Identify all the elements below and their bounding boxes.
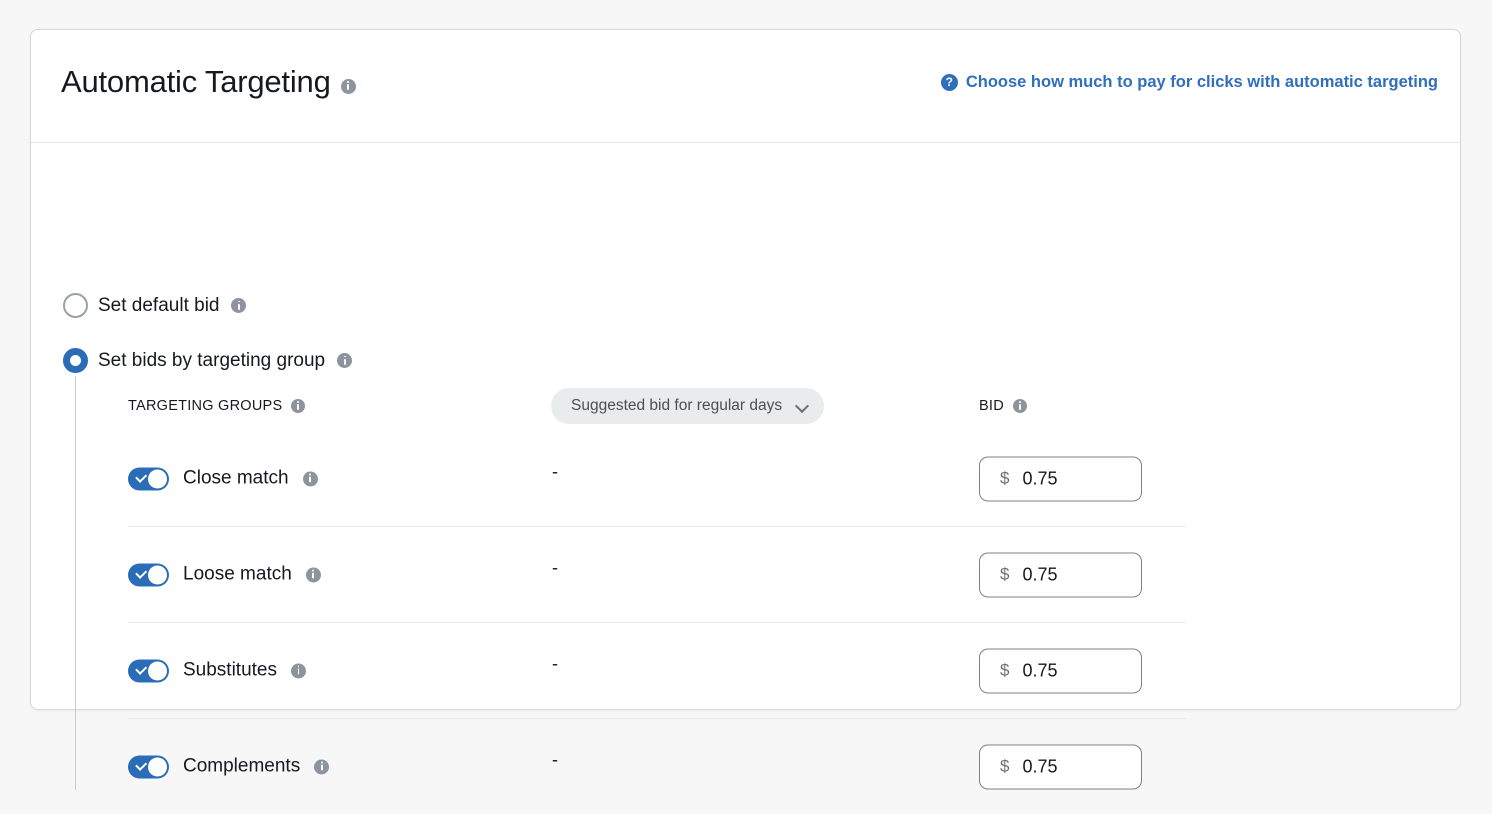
- info-icon[interactable]: [231, 298, 247, 313]
- suggested-bid-dropdown[interactable]: Suggested bid for regular days: [551, 388, 825, 424]
- radio-label-set-bids-by-targeting-group: Set bids by targeting group: [98, 349, 326, 371]
- column-header-bid-label: BID: [979, 398, 1004, 414]
- row-suggested-bid: -: [552, 557, 558, 577]
- indent-guide-line: [75, 376, 76, 790]
- currency-symbol: $: [1000, 756, 1010, 776]
- suggested-bid-dropdown-value: Suggested bid for regular days: [571, 397, 783, 414]
- currency-symbol: $: [1000, 564, 1010, 584]
- toggle-close-match[interactable]: [128, 467, 169, 490]
- radio-option-set-default-bid[interactable]: Set default bid: [63, 293, 247, 318]
- bid-input-substitutes[interactable]: $ 0.75: [979, 648, 1142, 693]
- automatic-targeting-card: Automatic Targeting ? Choose how much to…: [30, 29, 1461, 790]
- row-label: Loose match: [183, 563, 292, 585]
- info-icon[interactable]: [314, 759, 330, 774]
- bid-input-loose-match[interactable]: $ 0.75: [979, 552, 1142, 597]
- table-row: Complements - $ 0.75: [128, 719, 1186, 814]
- currency-symbol: $: [1000, 468, 1010, 488]
- info-icon[interactable]: [340, 78, 356, 94]
- radio-set-default-bid[interactable]: [63, 293, 88, 318]
- card-header: Automatic Targeting ? Choose how much to…: [31, 30, 1460, 143]
- info-icon[interactable]: [302, 471, 318, 486]
- info-icon[interactable]: [337, 353, 353, 368]
- row-suggested-bid: -: [552, 653, 558, 673]
- choose-how-much-to-pay-link[interactable]: ? Choose how much to pay for clicks with…: [940, 73, 1438, 92]
- column-header-bid: BID: [979, 398, 1027, 414]
- info-icon[interactable]: [1012, 399, 1027, 413]
- toggle-complements[interactable]: [128, 755, 169, 778]
- table-row: Loose match - $ 0.75: [128, 527, 1186, 623]
- bid-input-close-match[interactable]: $ 0.75: [979, 456, 1142, 501]
- chevron-down-icon: [796, 400, 808, 412]
- row-suggested-bid: -: [552, 461, 558, 481]
- toggle-substitutes[interactable]: [128, 659, 169, 682]
- bid-value: 0.75: [1022, 468, 1058, 488]
- row-label-group: Substitutes: [128, 659, 306, 682]
- info-icon[interactable]: [291, 663, 306, 678]
- info-icon[interactable]: [305, 567, 321, 582]
- table-header-row: TARGETING GROUPS Suggested bid for regul…: [128, 381, 1186, 431]
- header-link-label: Choose how much to pay for clicks with a…: [965, 73, 1438, 91]
- row-label-group: Loose match: [128, 563, 321, 586]
- column-header-targeting-groups: TARGETING GROUPS: [128, 398, 306, 414]
- row-label: Close match: [183, 467, 289, 489]
- column-header-targeting-groups-label: TARGETING GROUPS: [128, 398, 283, 414]
- info-icon[interactable]: [291, 399, 306, 413]
- currency-symbol: $: [1000, 660, 1010, 680]
- row-label: Substitutes: [183, 659, 277, 681]
- row-label-group: Complements: [128, 755, 330, 778]
- page-title: Automatic Targeting: [61, 64, 356, 100]
- targeting-groups-table: TARGETING GROUPS Suggested bid for regul…: [128, 381, 1186, 814]
- row-label-group: Close match: [128, 467, 318, 490]
- row-suggested-bid: -: [552, 749, 558, 769]
- question-circle-icon: ?: [940, 74, 958, 91]
- page-title-text: Automatic Targeting: [61, 64, 331, 99]
- radio-label-set-default-bid: Set default bid: [98, 294, 220, 316]
- radio-option-set-bids-by-targeting-group[interactable]: Set bids by targeting group: [63, 348, 353, 373]
- row-label: Complements: [183, 755, 301, 777]
- bid-value: 0.75: [1022, 660, 1058, 680]
- bid-value: 0.75: [1022, 564, 1058, 584]
- radio-set-bids-by-targeting-group[interactable]: [63, 348, 88, 373]
- table-row: Substitutes - $ 0.75: [128, 623, 1186, 719]
- bid-value: 0.75: [1022, 756, 1058, 776]
- bid-input-complements[interactable]: $ 0.75: [979, 744, 1142, 789]
- table-row: Close match - $ 0.75: [128, 431, 1186, 527]
- toggle-loose-match[interactable]: [128, 563, 169, 586]
